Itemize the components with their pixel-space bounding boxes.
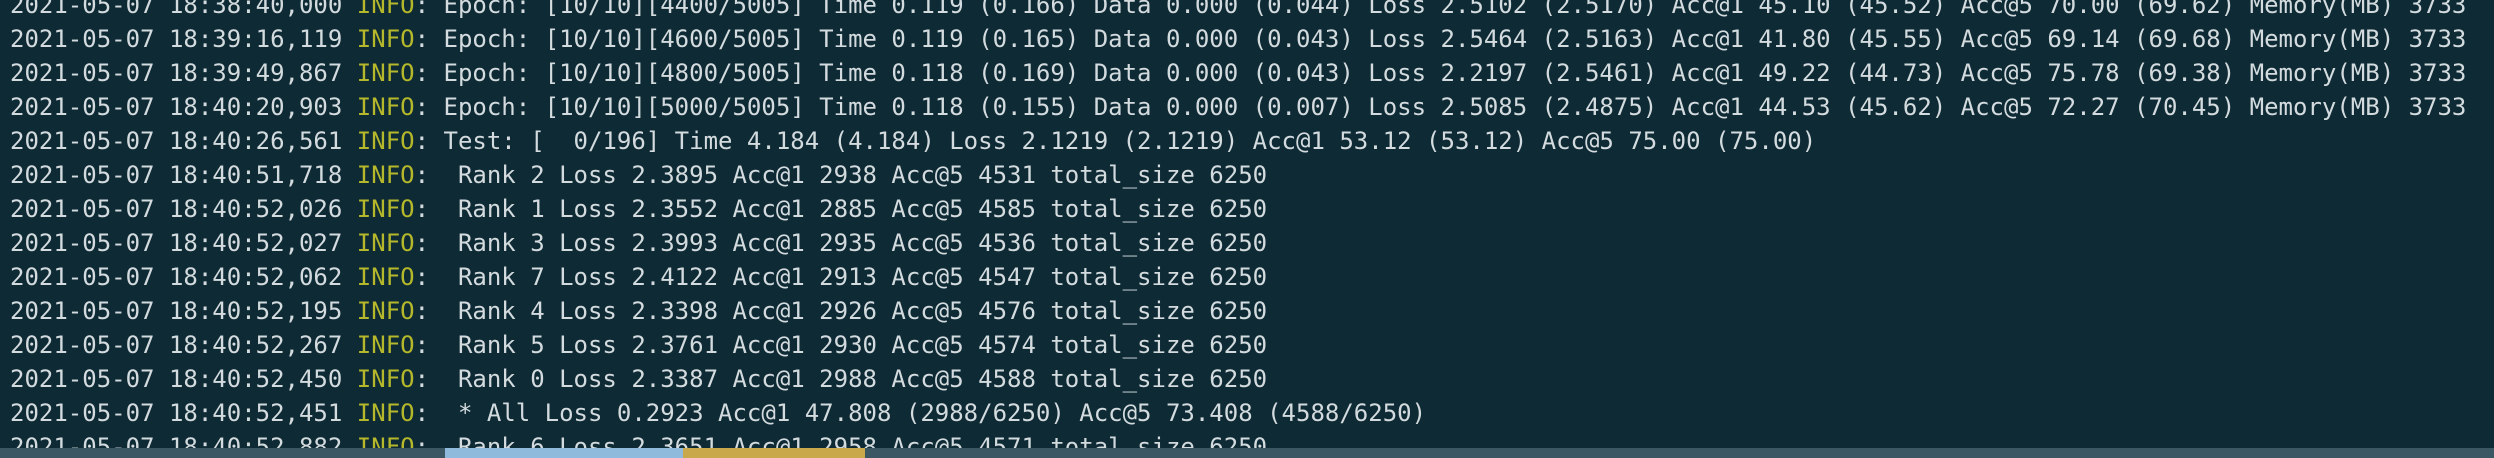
log-level: INFO [356,161,415,189]
log-line: 2021-05-07 18:40:51,718 INFO: Rank 2 Los… [10,158,2466,192]
log-message: : Test: [ 0/196] Time 4.184 (4.184) Loss… [414,127,1817,155]
log-line: 2021-05-07 18:40:52,267 INFO: Rank 5 Los… [10,328,2466,362]
log-timestamp: 2021-05-07 18:40:52,027 [10,229,343,257]
log-line: 2021-05-07 18:40:52,027 INFO: Rank 3 Los… [10,226,2466,260]
log-timestamp: 2021-05-07 18:39:16,119 [10,25,343,53]
log-level: INFO [356,365,415,393]
log-timestamp: 2021-05-07 18:40:52,195 [10,297,343,325]
log-line: 2021-05-07 18:38:40,000 INFO: Epoch: [10… [10,0,2466,22]
tmux-status-bar [0,448,2494,458]
log-line: 2021-05-07 18:39:49,867 INFO: Epoch: [10… [10,56,2466,90]
status-segment-host [0,448,445,458]
log-timestamp: 2021-05-07 18:40:26,561 [10,127,343,155]
log-output: 2021-05-07 18:38:40,000 INFO: Epoch: [10… [10,0,2466,458]
log-message: : Rank 4 Loss 2.3398 Acc@1 2926 Acc@5 45… [414,297,1268,325]
log-level: INFO [356,195,415,223]
log-timestamp: 2021-05-07 18:40:52,267 [10,331,343,359]
log-level: INFO [356,93,415,121]
log-line: 2021-05-07 18:40:52,062 INFO: Rank 7 Los… [10,260,2466,294]
log-message: : Rank 0 Loss 2.3387 Acc@1 2988 Acc@5 45… [414,365,1268,393]
log-message: : Rank 5 Loss 2.3761 Acc@1 2930 Acc@5 45… [414,331,1268,359]
log-timestamp: 2021-05-07 18:40:20,903 [10,93,343,121]
log-message: : * All Loss 0.2923 Acc@1 47.808 (2988/6… [414,399,1427,427]
log-level: INFO [356,263,415,291]
log-message: : Rank 3 Loss 2.3993 Acc@1 2935 Acc@5 45… [414,229,1268,257]
log-message: : Epoch: [10/10][4400/5005] Time 0.119 (… [414,0,2467,19]
log-level: INFO [356,127,415,155]
log-timestamp: 2021-05-07 18:40:52,451 [10,399,343,427]
log-level: INFO [356,331,415,359]
log-timestamp: 2021-05-07 18:40:52,026 [10,195,343,223]
log-level: INFO [356,59,415,87]
log-line: 2021-05-07 18:40:52,450 INFO: Rank 0 Los… [10,362,2466,396]
log-timestamp: 2021-05-07 18:40:52,062 [10,263,343,291]
log-message: : Epoch: [10/10][5000/5005] Time 0.118 (… [414,93,2467,121]
status-segment-info [683,448,865,458]
log-timestamp: 2021-05-07 18:38:40,000 [10,0,343,19]
log-message: : Rank 1 Loss 2.3552 Acc@1 2885 Acc@5 45… [414,195,1268,223]
log-line: 2021-05-07 18:40:52,451 INFO: * All Loss… [10,396,2466,430]
log-line: 2021-05-07 18:40:52,195 INFO: Rank 4 Los… [10,294,2466,328]
log-line: 2021-05-07 18:39:16,119 INFO: Epoch: [10… [10,22,2466,56]
log-timestamp: 2021-05-07 18:40:52,450 [10,365,343,393]
log-message: : Rank 7 Loss 2.4122 Acc@1 2913 Acc@5 45… [414,263,1268,291]
log-level: INFO [356,25,415,53]
log-level: INFO [356,297,415,325]
log-level: INFO [356,399,415,427]
log-message: : Epoch: [10/10][4800/5005] Time 0.118 (… [414,59,2467,87]
log-timestamp: 2021-05-07 18:40:51,718 [10,161,343,189]
log-line: 2021-05-07 18:40:20,903 INFO: Epoch: [10… [10,90,2466,124]
log-timestamp: 2021-05-07 18:39:49,867 [10,59,343,87]
terminal-window[interactable]: 2021-05-07 18:38:40,000 INFO: Epoch: [10… [0,0,2494,458]
status-segment-window[interactable] [445,448,683,458]
log-line: 2021-05-07 18:40:26,561 INFO: Test: [ 0/… [10,124,2466,158]
log-message: : Rank 2 Loss 2.3895 Acc@1 2938 Acc@5 45… [414,161,1268,189]
log-level: INFO [356,229,415,257]
log-level: INFO [356,0,415,19]
log-line: 2021-05-07 18:40:52,026 INFO: Rank 1 Los… [10,192,2466,226]
log-message: : Epoch: [10/10][4600/5005] Time 0.119 (… [414,25,2467,53]
